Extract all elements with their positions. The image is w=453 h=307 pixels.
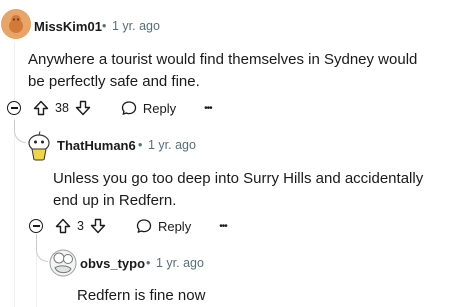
avatar-snoo-icon	[49, 249, 77, 277]
thread-elbow	[36, 234, 49, 262]
avatar[interactable]	[48, 248, 78, 278]
comment-username[interactable]: MissKim01	[34, 19, 102, 34]
comment-age: 1 yr. ago	[112, 19, 160, 33]
vote-count: 38	[55, 101, 69, 115]
comment-body: Anywhere a tourist would find themselves…	[28, 51, 418, 90]
reply-bubble-icon	[136, 218, 152, 234]
reply-button[interactable]: Reply	[136, 218, 191, 234]
meta-separator: •	[102, 19, 107, 33]
comment-age: 1 yr. ago	[156, 256, 204, 270]
comment-username[interactable]: obvs_typo	[80, 256, 145, 271]
avatar-snoo-icon	[1, 9, 31, 39]
avatar-snoo-icon	[28, 131, 50, 161]
comment-username[interactable]: ThatHuman6	[57, 138, 136, 153]
upvote-icon[interactable]	[55, 218, 71, 234]
reply-button[interactable]: Reply	[121, 100, 176, 116]
collapse-icon[interactable]	[29, 219, 43, 233]
comment-body: Unless you go too deep into Surry Hills …	[53, 170, 424, 209]
meta-separator: •	[138, 138, 143, 152]
reply-label: Reply	[157, 218, 192, 234]
avatar[interactable]	[1, 9, 31, 39]
comment-age: 1 yr. ago	[148, 138, 196, 152]
downvote-icon[interactable]	[90, 218, 106, 234]
vote-group: 3	[55, 218, 106, 234]
comment-actions: 3 Reply •••	[55, 217, 228, 235]
thread-line-main	[14, 42, 15, 102]
collapse-icon[interactable]	[7, 101, 21, 115]
comment-actions: 38 Reply •••	[33, 99, 213, 117]
thread-line-main-lower	[14, 118, 15, 307]
comment-body: Redfern is fine now	[77, 287, 206, 304]
downvote-icon[interactable]	[75, 100, 91, 116]
more-options-button[interactable]: •••	[204, 103, 212, 114]
more-options-button[interactable]: •••	[219, 221, 227, 232]
upvote-icon[interactable]	[33, 100, 49, 116]
vote-group: 38	[33, 100, 91, 116]
reply-label: Reply	[142, 100, 177, 116]
vote-count: 3	[77, 219, 84, 233]
reply-bubble-icon	[121, 100, 137, 116]
meta-separator: •	[146, 256, 151, 270]
avatar[interactable]	[25, 131, 53, 161]
